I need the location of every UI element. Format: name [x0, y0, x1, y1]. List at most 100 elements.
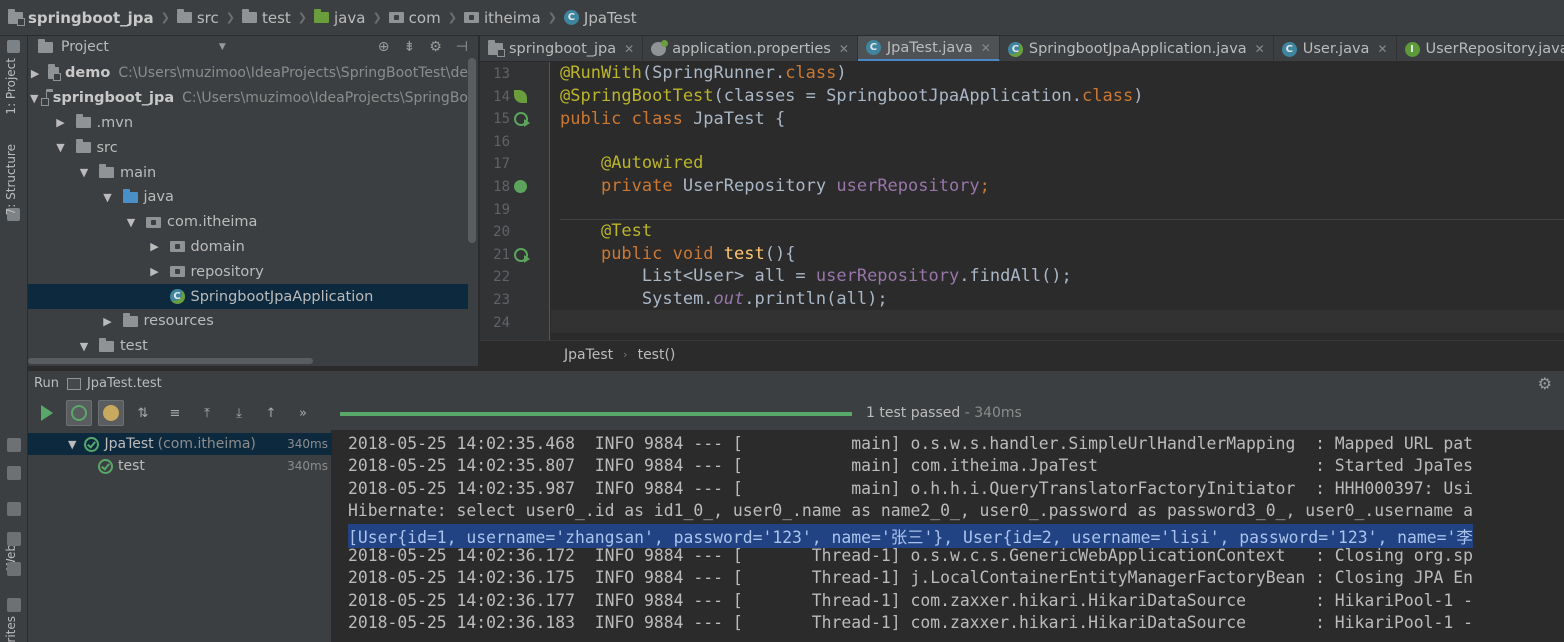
project-tool-icon[interactable] [7, 40, 20, 53]
current-line-highlight [551, 310, 1564, 333]
tree-item-demo[interactable]: ▶ demo C:\Users\muzimoo\IdeaProjects\Sprin… [28, 61, 468, 86]
breadcrumb-item-itheima[interactable]: itheima [463, 9, 541, 27]
expand-arrow-down-icon[interactable]: ▼ [68, 438, 76, 451]
exit-icon[interactable] [7, 562, 21, 576]
hide-panel-icon[interactable]: ⊣ [456, 39, 468, 55]
expand-arrow-down-icon[interactable]: ▼ [30, 92, 38, 105]
collapse-all-button[interactable]: ⤓ [226, 400, 252, 426]
tab-springboot-jpa[interactable]: springboot_jpa ✕ [480, 36, 644, 61]
breadcrumb-label: src [196, 8, 219, 27]
tab-jpatest-java[interactable]: C JpaTest.java ✕ [857, 36, 1000, 61]
expand-arrow-right-icon[interactable]: ▶ [148, 265, 162, 278]
properties-file-icon [651, 40, 669, 56]
collapse-all-icon[interactable]: ⇟ [404, 39, 416, 55]
code-line-14: @SpringBootTest(classes = SpringbootJpaA… [560, 86, 1144, 106]
tree-item-java[interactable]: ▼ java [28, 185, 468, 210]
close-tab-icon[interactable]: ✕ [981, 41, 991, 55]
more-actions-button[interactable]: » [290, 400, 316, 426]
spring-config-icon[interactable] [514, 89, 527, 103]
expand-arrow-down-icon[interactable]: ▼ [77, 340, 91, 353]
close-tab-icon[interactable]: ✕ [839, 42, 849, 56]
editor-breadcrumb-class[interactable]: JpaTest [564, 347, 613, 363]
tree-item-springbootjpaapplication[interactable]: C SpringbootJpaApplication [28, 284, 468, 309]
test-suite-row[interactable]: ▼ JpaTest (com.itheima) 340ms [28, 433, 332, 455]
tab-label: UserRepository.java [1425, 41, 1564, 57]
run-test-class-icon[interactable] [514, 112, 530, 128]
layout-icon[interactable] [7, 598, 21, 612]
code-line-13: @RunWith(SpringRunner.class) [560, 63, 847, 83]
tree-item-mvn[interactable]: ▶ .mvn [28, 111, 468, 136]
class-icon: C [1281, 41, 1297, 57]
expand-arrow-right-icon[interactable]: ▶ [30, 67, 40, 80]
locate-file-icon[interactable]: ⊕ [378, 39, 390, 55]
tree-item-springboot-jpa[interactable]: ▼ springboot_jpa C:\Users\muzimoo\IdeaProj… [28, 86, 468, 111]
tree-item-label: src [96, 139, 118, 156]
debug-icon[interactable] [7, 438, 21, 452]
rerun-button[interactable] [34, 400, 60, 426]
sort-by-duration-button[interactable]: ≡ [162, 400, 188, 426]
previous-failed-button[interactable]: ↑ [258, 400, 284, 426]
tree-item-main[interactable]: ▼ main [28, 160, 468, 185]
editor-breadcrumb-method[interactable]: test() [638, 347, 676, 363]
favorites-tool-tab[interactable]: rites [4, 616, 18, 642]
console-output[interactable]: 2018-05-25 14:02:35.468 INFO 9884 --- [ … [332, 430, 1564, 642]
tree-vertical-scrollbar[interactable] [468, 58, 476, 243]
expand-arrow-right-icon[interactable]: ▶ [54, 116, 68, 129]
run-config-tab[interactable]: JpaTest.test [87, 376, 162, 391]
tree-item-com-itheima[interactable]: ▼ com.itheima [28, 210, 468, 235]
tree-item-domain[interactable]: ▶ domain [28, 235, 468, 260]
tab-springbootjpaapplication-java[interactable]: C SpringbootJpaApplication.java ✕ [1000, 36, 1274, 61]
test-passed-icon [84, 436, 100, 452]
tree-item-label: test [120, 338, 148, 355]
expand-arrow-down-icon[interactable]: ▼ [101, 191, 115, 204]
test-status-text: 1 test passed [866, 405, 961, 421]
breadcrumb-item-springboot-jpa[interactable]: springboot_jpa [8, 8, 154, 27]
tab-label: JpaTest.java [886, 39, 973, 56]
test-method-row[interactable]: test 340ms [28, 455, 332, 477]
expand-arrow-right-icon[interactable]: ▶ [101, 315, 115, 328]
expand-arrow-down-icon[interactable]: ▼ [124, 216, 138, 229]
tab-user-java[interactable]: C User.java ✕ [1274, 36, 1397, 61]
tab-label: User.java [1302, 41, 1370, 57]
close-tab-icon[interactable]: ✕ [1255, 42, 1265, 56]
camera-icon[interactable] [7, 532, 21, 546]
close-tab-icon[interactable]: ✕ [1377, 42, 1387, 56]
run-settings-gear-icon[interactable]: ⚙ [1538, 374, 1552, 393]
settings-gear-icon[interactable]: ⚙ [429, 39, 442, 55]
close-tab-icon[interactable]: ✕ [624, 42, 634, 56]
show-passed-toggle[interactable] [66, 400, 92, 426]
structure-tool-tab[interactable]: 7: Structure [4, 144, 18, 215]
tab-application-properties[interactable]: application.properties ✕ [643, 36, 858, 61]
code-editor[interactable]: 13 14 15 16 17 18 19 20 21 22 23 24 @RunWith(Spring… [480, 62, 1564, 340]
chevron-right-icon: » [299, 405, 307, 421]
sort-alphabetically-button[interactable]: ⇅ [130, 400, 156, 426]
restore-layout-icon[interactable] [7, 466, 21, 480]
breadcrumb-item-test[interactable]: test [241, 9, 291, 27]
tree-item-test[interactable]: ▼ test [28, 334, 468, 359]
breadcrumb-item-jpatest[interactable]: C JpaTest [563, 9, 637, 27]
module-folder-icon [48, 64, 61, 82]
breadcrumb-item-com[interactable]: com [388, 9, 441, 27]
project-tool-tab[interactable]: 1: Project [4, 58, 18, 115]
tab-userrepository-java[interactable]: IUserRepository.java✕ [1397, 36, 1564, 61]
show-ignored-toggle[interactable] [98, 400, 124, 426]
breadcrumb-item-src[interactable]: src [176, 8, 219, 27]
tree-horizontal-scrollbar[interactable] [28, 358, 313, 364]
expand-arrow-right-icon[interactable]: ▶ [148, 240, 162, 253]
tree-item-repository[interactable]: ▶ repository [28, 259, 468, 284]
tree-item-src[interactable]: ▼ src [28, 135, 468, 160]
view-mode-dropdown-icon[interactable]: ▼ [219, 42, 226, 52]
tree-item-resources[interactable]: ▶ resources [28, 309, 468, 334]
expand-all-button[interactable]: ⤒ [194, 400, 220, 426]
code-line-23: System.out.println(all); [641, 289, 888, 309]
run-toolbar: ⇅ ≡ ⤒ ⤓ ↑ » 1 test passed - 340ms [28, 396, 1564, 430]
editor-tab-bar: springboot_jpa ✕ application.properties ✕ C J… [480, 36, 1564, 62]
method-separator [560, 219, 1564, 220]
stop-icon[interactable] [7, 502, 21, 516]
expand-arrow-down-icon[interactable]: ▼ [54, 141, 68, 154]
expand-arrow-down-icon[interactable]: ▼ [77, 166, 91, 179]
breadcrumb-item-java[interactable]: java [314, 9, 365, 27]
autowired-bean-icon[interactable] [514, 180, 527, 193]
run-test-method-icon[interactable] [514, 247, 530, 263]
editor-breadcrumb: JpaTest › test() [480, 340, 1564, 368]
